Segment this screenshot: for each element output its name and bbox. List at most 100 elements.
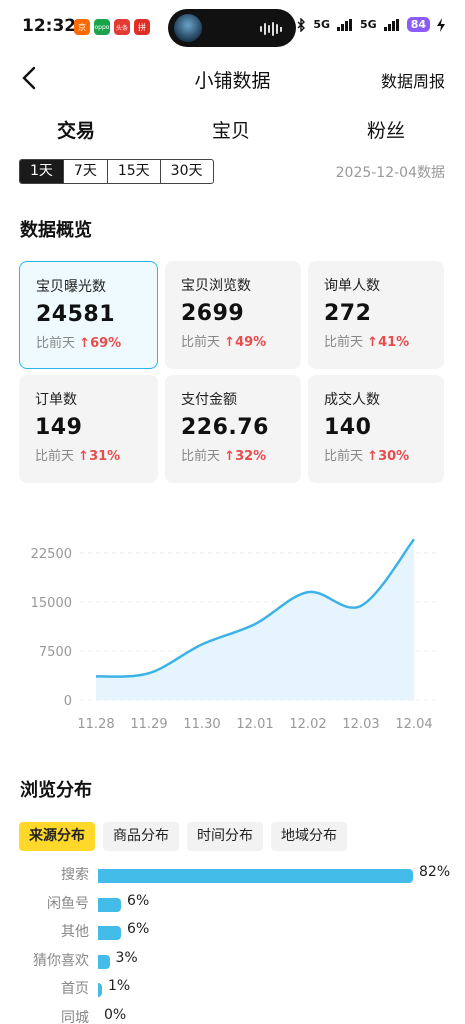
tab-region[interactable]: 地域分布 xyxy=(271,822,347,851)
metric-label: 宝贝浏览数 xyxy=(181,278,251,294)
metric-change: 41% xyxy=(378,335,410,350)
network-label: 5G xyxy=(360,18,377,31)
metric-compare: 比前天 ↑32% xyxy=(181,449,267,464)
tab-product[interactable]: 商品分布 xyxy=(103,822,179,851)
bluetooth-icon xyxy=(297,17,306,32)
status-bar: 12:32 京 oppo 头条 拼 5G 5G 84 xyxy=(0,0,465,56)
app-notification-icon: 京 xyxy=(74,19,90,35)
metric-change: 30% xyxy=(378,449,410,464)
metric-compare: 比前天 ↑49% xyxy=(181,335,267,350)
overview-cards: 宝贝曝光数 24581 比前天 ↑69% 宝贝浏览数 2699 比前天 ↑49%… xyxy=(19,261,445,483)
metric-change: 31% xyxy=(89,449,121,464)
range-option-7d[interactable]: 7天 xyxy=(64,160,108,183)
weekly-report-link[interactable]: 数据周报 xyxy=(381,68,445,92)
tab-time[interactable]: 时间分布 xyxy=(187,822,263,851)
app-notification-icon: oppo xyxy=(94,19,110,35)
x-tick-label: 11.28 xyxy=(77,717,114,732)
x-tick-label: 11.29 xyxy=(130,717,167,732)
y-tick-label: 0 xyxy=(64,694,72,709)
distribution-tabs: 来源分布 商品分布 时间分布 地域分布 xyxy=(19,822,347,851)
distribution-value: 6% xyxy=(127,892,150,909)
arrow-up-icon: ↑ xyxy=(79,336,91,351)
metric-label: 订单数 xyxy=(35,392,77,408)
x-tick-label: 12.03 xyxy=(342,717,379,732)
metric-card-views[interactable]: 宝贝浏览数 2699 比前天 ↑49% xyxy=(165,261,301,369)
metric-card-inquiries[interactable]: 询单人数 272 比前天 ↑41% xyxy=(308,261,444,369)
arrow-up-icon: ↑ xyxy=(78,449,90,464)
x-tick-label: 12.01 xyxy=(236,717,273,732)
metric-value: 149 xyxy=(35,415,83,440)
metric-label: 成交人数 xyxy=(324,392,380,408)
notification-icons: 京 oppo 头条 拼 xyxy=(74,19,150,35)
distribution-label: 闲鱼号 xyxy=(47,895,89,912)
distribution-row: 闲鱼号 6% xyxy=(0,893,465,913)
distribution-row: 猜你喜欢 3% xyxy=(0,950,465,970)
series-area xyxy=(96,539,414,700)
mute-icon xyxy=(276,18,288,31)
metric-value: 226.76 xyxy=(181,415,269,440)
metric-card-payment[interactable]: 支付金额 226.76 比前天 ↑32% xyxy=(165,375,301,483)
distribution-bar xyxy=(98,869,413,883)
tab-trade[interactable]: 交易 xyxy=(57,116,96,145)
trend-chart[interactable]: 0 7500 15000 22500 11.28 11.29 11.30 12.01 12.02… xyxy=(0,520,465,750)
distribution-value: 6% xyxy=(127,921,150,937)
distribution-value: 82% xyxy=(419,864,451,880)
app-notification-icon: 拼 xyxy=(134,19,150,35)
distribution-label: 其他 xyxy=(61,924,89,940)
distribution-bar xyxy=(98,954,110,969)
distribution-value: 0% xyxy=(104,1006,127,1023)
metric-value: 24581 xyxy=(36,302,116,327)
metric-card-orders[interactable]: 订单数 149 比前天 ↑31% xyxy=(19,375,158,483)
distribution-value: 1% xyxy=(108,978,131,994)
metric-compare: 比前天 ↑31% xyxy=(35,449,121,464)
distribution-title: 浏览分布 xyxy=(20,780,92,801)
metric-label: 支付金额 xyxy=(181,392,237,408)
arrow-up-icon: ↑ xyxy=(224,335,236,350)
metric-label: 询单人数 xyxy=(324,278,380,294)
distribution-row: 搜索 82% xyxy=(0,864,465,884)
metric-value: 272 xyxy=(324,301,372,326)
network-label: 5G xyxy=(313,18,330,31)
status-time: 12:32 xyxy=(22,16,77,36)
tab-fans[interactable]: 粉丝 xyxy=(367,116,405,143)
battery-level: 84 xyxy=(406,17,430,32)
distribution-row: 首页 1% xyxy=(0,978,465,998)
y-tick-label: 15000 xyxy=(31,596,72,611)
media-thumbnail xyxy=(174,14,202,42)
arrow-up-icon: ↑ xyxy=(367,335,379,350)
metric-compare: 比前天 ↑41% xyxy=(324,335,410,350)
distribution-bar xyxy=(98,926,122,940)
metric-change: 32% xyxy=(235,449,267,464)
metric-value: 2699 xyxy=(181,301,245,326)
distribution-value: 3% xyxy=(115,949,138,966)
distribution-label: 搜索 xyxy=(61,867,89,883)
distribution-bar xyxy=(98,897,122,912)
signal-icon xyxy=(383,18,399,31)
metric-card-buyers[interactable]: 成交人数 140 比前天 ↑30% xyxy=(308,375,444,483)
tab-items[interactable]: 宝贝 xyxy=(212,116,250,143)
metric-compare: 比前天 ↑30% xyxy=(324,449,410,464)
main-tabs: 交易 宝贝 粉丝 xyxy=(0,116,465,152)
metric-compare: 比前天 ↑69% xyxy=(36,336,122,351)
metric-value: 140 xyxy=(324,415,372,440)
range-option-15d[interactable]: 15天 xyxy=(108,160,161,183)
x-tick-label: 12.02 xyxy=(289,717,326,732)
distribution-row: 同城 0% xyxy=(0,1007,465,1024)
distribution-label: 首页 xyxy=(61,981,89,997)
tab-source[interactable]: 来源分布 xyxy=(19,822,95,851)
x-tick-label: 11.30 xyxy=(183,717,220,732)
charging-icon xyxy=(437,17,445,32)
overview-title: 数据概览 xyxy=(20,220,92,241)
x-tick-label: 12.04 xyxy=(395,717,432,732)
system-status: 5G 5G 84 xyxy=(275,17,445,32)
range-option-1d[interactable]: 1天 xyxy=(20,160,64,183)
data-date-label: 2025-12-04数据 xyxy=(335,165,445,181)
metric-card-exposure[interactable]: 宝贝曝光数 24581 比前天 ↑69% xyxy=(19,261,158,369)
metric-label: 宝贝曝光数 xyxy=(36,279,106,295)
metric-change: 49% xyxy=(235,335,267,350)
range-option-30d[interactable]: 30天 xyxy=(161,160,213,183)
y-tick-label: 7500 xyxy=(39,645,72,660)
app-notification-icon: 头条 xyxy=(114,19,130,35)
distribution-row: 其他 6% xyxy=(0,921,465,941)
distribution-bar xyxy=(98,983,102,997)
